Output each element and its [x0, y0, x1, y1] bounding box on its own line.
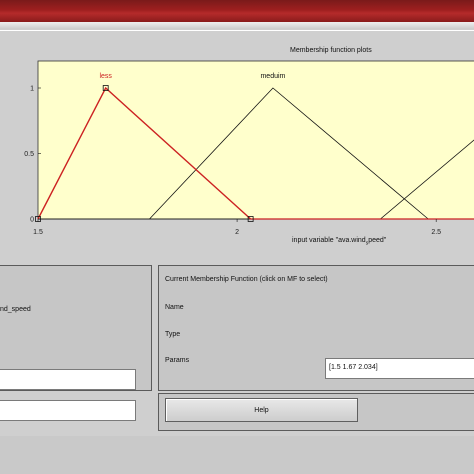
current-mf-heading: Current Membership Function (click on MF…: [165, 276, 328, 283]
x-tick-label: 2: [235, 229, 239, 236]
help-button[interactable]: Help: [165, 398, 358, 422]
y-tick-label: 1: [30, 86, 34, 93]
y-tick-label: 0.5: [24, 151, 34, 158]
x-axis-label-suffix: peed": [368, 237, 387, 244]
variable-type-field[interactable]: [0, 369, 136, 390]
window-title-bar: [0, 0, 474, 22]
x-axis-label-prefix: input variable "ava.wind: [292, 237, 366, 244]
variable-range-field[interactable]: [0, 400, 136, 421]
status-panel: [0, 436, 474, 474]
mf-label-meduim[interactable]: meduim: [260, 73, 285, 80]
mf-name-label: Name: [165, 304, 184, 311]
variable-name-value: nd_speed: [0, 306, 31, 313]
x-axis-label: input variable "ava.windspeed": [292, 237, 386, 246]
mf-params-input[interactable]: [1.5 1.67 2.034]: [325, 358, 474, 379]
mf-label-less[interactable]: less: [99, 73, 112, 80]
mf-params-label: Params: [165, 357, 190, 364]
menu-strip: [0, 22, 474, 28]
mf-type-label: Type: [165, 331, 181, 338]
x-tick-label: 1.5: [33, 229, 43, 236]
membership-function-plot[interactable]: 1.5 2 2.5 1 0.5 0 less meduim: [0, 55, 474, 237]
y-tick-label: 0: [30, 217, 34, 224]
plot-title: Membership function plots: [290, 47, 372, 54]
x-tick-label: 2.5: [431, 229, 441, 236]
